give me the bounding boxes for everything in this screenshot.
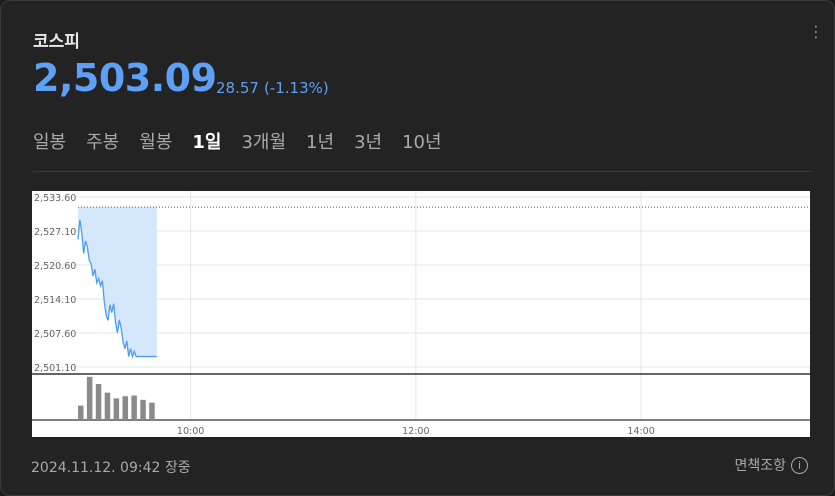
- y-tick-label: 2,514.10: [34, 295, 76, 306]
- price-chart[interactable]: 2,533.60 2,527.10 2,520.60 2,514.10 2,507.60…: [32, 191, 810, 437]
- volume-bar: [131, 395, 137, 420]
- price-change: 28.57 (-1.13%): [201, 79, 329, 97]
- period-tabs: 일봉 주봉 월봉 1일 3개월 1년 3년 10년: [33, 128, 462, 154]
- disclaimer-label: 면책조항: [734, 458, 786, 474]
- volume-bar: [78, 405, 84, 420]
- y-tick-label: 2,533.60: [34, 193, 76, 204]
- divider: [33, 171, 812, 172]
- volume-bar: [95, 384, 102, 420]
- y-tick-label: 2,520.60: [34, 261, 76, 272]
- timestamp: 2024.11.12. 09:42 장중: [31, 460, 191, 476]
- change-value: 28.57: [216, 79, 259, 97]
- chart-svg: 2,533.60 2,527.10 2,520.60 2,514.10 2,507.60…: [32, 191, 810, 437]
- volume-bar: [104, 392, 111, 420]
- volume-bar: [122, 396, 128, 420]
- tab-10year[interactable]: 10년: [402, 128, 441, 154]
- volume-bar: [113, 398, 120, 420]
- y-tick-label: 2,501.10: [34, 363, 76, 374]
- volume-bar: [140, 399, 146, 420]
- tab-weekly[interactable]: 주봉: [86, 128, 119, 154]
- index-title: 코스피: [33, 32, 80, 52]
- tab-monthly[interactable]: 월봉: [139, 128, 172, 154]
- price-area-fill: [78, 207, 157, 357]
- more-vertical-icon[interactable]: ⋮: [808, 24, 824, 47]
- tab-1day[interactable]: 1일: [192, 128, 221, 154]
- volume-bar: [149, 402, 155, 420]
- tab-3year[interactable]: 3년: [354, 128, 382, 154]
- current-price: 2,503.09: [33, 56, 217, 100]
- x-tick-label: 14:00: [627, 426, 654, 437]
- y-tick-label: 2,507.60: [34, 329, 76, 340]
- info-circle-icon: i: [791, 456, 808, 474]
- tab-daily[interactable]: 일봉: [33, 128, 66, 154]
- volume-bar: [86, 376, 93, 420]
- y-tick-label: 2,527.10: [34, 227, 76, 238]
- disclaimer-link[interactable]: 면책조항 i: [734, 455, 808, 475]
- down-triangle-icon: [201, 86, 209, 91]
- kospi-card: 코스피 ⋮ 2,503.09 28.57 (-1.13%) 일봉 주봉 월봉 1…: [0, 0, 835, 496]
- tab-3month[interactable]: 3개월: [241, 128, 286, 154]
- change-percent: (-1.13%): [263, 79, 329, 97]
- tab-1year[interactable]: 1년: [306, 128, 334, 154]
- x-tick-label: 10:00: [177, 426, 204, 437]
- x-tick-label: 12:00: [402, 426, 429, 437]
